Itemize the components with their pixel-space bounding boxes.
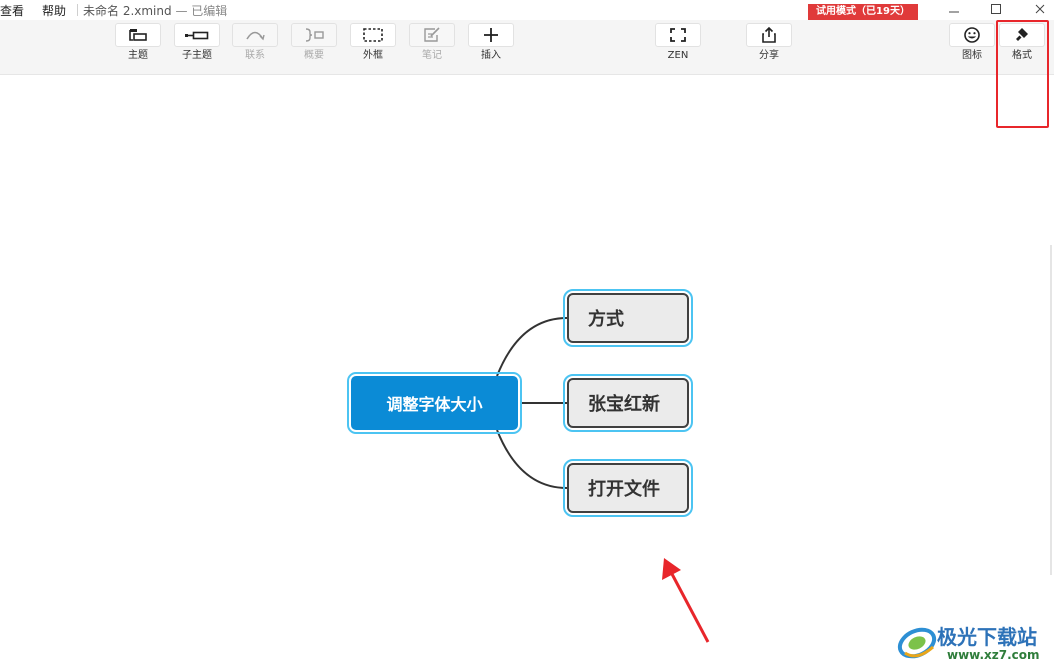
subtopic-fangshi[interactable]: 方式 [563, 289, 693, 347]
subtopic-text: 打开文件 [588, 479, 660, 500]
subtopic-text: 张宝红新 [588, 394, 660, 415]
mindmap-connectors [496, 317, 710, 643]
subtopic-zhangbaohongxin[interactable]: 张宝红新 [563, 374, 693, 432]
central-topic[interactable]: 调整字体大小 [347, 372, 522, 434]
red-arrow-annotation [662, 558, 710, 643]
watermark-url: www.xz7.com [947, 648, 1040, 662]
connector-dakaiwenjian [496, 429, 568, 489]
xmind-window: 查看 帮助 未命名 2.xmind — 已编辑 试用模式（已19天） 主题 子主… [0, 0, 1054, 671]
central-topic-text: 调整字体大小 [386, 395, 483, 414]
subtopic-text: 方式 [588, 309, 624, 330]
subtopic-dakaiwenjian[interactable]: 打开文件 [563, 459, 693, 517]
watermark: 极光下载站 www.xz7.com [895, 617, 1050, 667]
connector-fangshi [496, 317, 568, 377]
watermark-logo-icon [897, 627, 937, 659]
watermark-name: 极光下载站 [937, 625, 1037, 649]
